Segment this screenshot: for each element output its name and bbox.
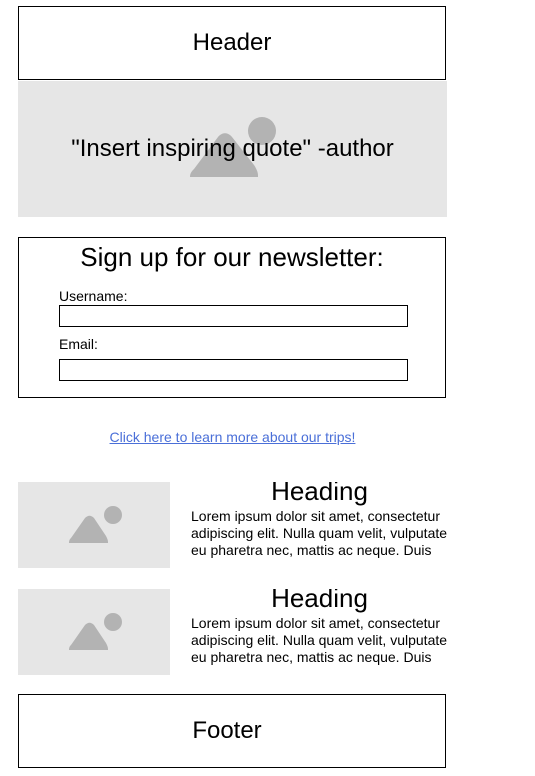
username-label: Username: bbox=[59, 288, 128, 304]
card-body: Lorem ipsum dolor sit amet, consectetur … bbox=[191, 615, 448, 665]
content-card: Heading Lorem ipsum dolor sit amet, cons… bbox=[18, 482, 448, 568]
card-text: Heading Lorem ipsum dolor sit amet, cons… bbox=[191, 589, 448, 671]
card-heading: Heading bbox=[271, 482, 368, 506]
footer-label: Footer bbox=[192, 717, 262, 744]
hero-quote: "Insert inspiring quote" -author bbox=[71, 135, 394, 162]
newsletter-form: Sign up for our newsletter: Username: Em… bbox=[18, 237, 446, 398]
header: Header bbox=[18, 6, 446, 80]
learn-more-link[interactable]: Click here to learn more about our trips… bbox=[18, 429, 447, 445]
newsletter-title: Sign up for our newsletter: bbox=[80, 242, 384, 272]
image-placeholder-icon bbox=[69, 506, 122, 543]
footer: Footer bbox=[18, 694, 446, 768]
header-label: Header bbox=[192, 29, 272, 56]
card-thumbnail bbox=[18, 589, 170, 675]
card-thumbnail bbox=[18, 482, 170, 568]
image-placeholder-icon bbox=[69, 613, 122, 650]
email-input[interactable] bbox=[59, 359, 408, 381]
username-input[interactable] bbox=[59, 305, 408, 327]
email-label: Email: bbox=[59, 336, 98, 352]
page: Header "Insert inspiring quote" -author … bbox=[0, 0, 535, 776]
card-body: Lorem ipsum dolor sit amet, consectetur … bbox=[191, 508, 448, 558]
card-text: Heading Lorem ipsum dolor sit amet, cons… bbox=[191, 482, 448, 564]
card-heading: Heading bbox=[271, 589, 368, 613]
content-card: Heading Lorem ipsum dolor sit amet, cons… bbox=[18, 589, 448, 675]
hero-banner: "Insert inspiring quote" -author bbox=[18, 81, 447, 217]
